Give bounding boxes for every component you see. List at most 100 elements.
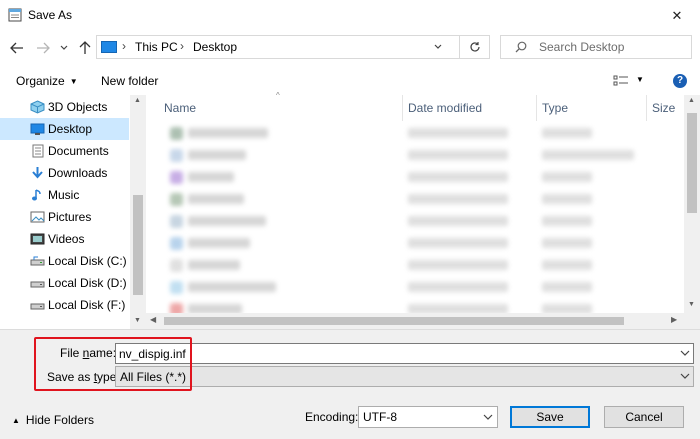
scroll-down-icon[interactable]: ▼ [134,317,141,324]
sidebar-item-label: Downloads [48,166,108,180]
sidebar-item-desktop[interactable]: Desktop [0,118,129,140]
caret-down-icon: ▼ [636,75,644,84]
download-icon [32,167,43,179]
sidebar-item-3d-objects[interactable]: 3D Objects [0,96,129,118]
organize-button[interactable]: Organize ▼ [16,74,78,88]
sidebar-item-music[interactable]: Music [0,184,129,206]
chevron-down-icon[interactable] [680,350,690,356]
breadcrumb-separator-icon: › [180,39,184,53]
column-header-size[interactable]: Size [652,101,675,115]
save-type-select[interactable]: All Files (*.*) [115,366,694,387]
close-button[interactable]: ✕ [654,0,700,31]
chevron-down-icon[interactable] [434,44,442,50]
list-item[interactable] [146,211,684,233]
column-header-date-modified[interactable]: Date modified [408,101,482,115]
sidebar-item-label: Local Disk (F:) [48,298,126,312]
cancel-button-label: Cancel [625,410,663,424]
navigation-pane-scrollbar[interactable]: ▲ ▼ [130,95,146,329]
list-item[interactable] [146,123,684,145]
change-view-button[interactable]: ▼ [613,74,645,88]
scrollbar-thumb[interactable] [164,317,624,325]
caret-down-icon: ▼ [69,77,78,86]
breadcrumb-separator-icon: › [122,39,126,53]
details-view-icon [613,75,628,86]
organize-label: Organize [16,74,65,88]
sort-caret-icon: ^ [276,91,280,100]
arrow-up-icon [79,41,91,54]
sidebar-item-videos[interactable]: Videos [0,228,129,250]
sidebar-item-label: Documents [48,144,109,158]
sidebar-item-local-disk-d[interactable]: Local Disk (D:) [0,272,129,294]
column-divider[interactable] [402,95,403,121]
scroll-up-icon[interactable]: ▲ [688,97,695,104]
drive-icon [30,303,45,310]
new-folder-button[interactable]: New folder [101,74,158,88]
sidebar-item-downloads[interactable]: Downloads [0,162,129,184]
new-folder-label: New folder [101,74,159,88]
list-item[interactable] [146,255,684,277]
video-icon [30,233,45,245]
file-rows [146,121,684,317]
refresh-button[interactable] [459,36,489,58]
scroll-up-icon[interactable]: ▲ [134,97,141,104]
file-name-field[interactable] [115,343,694,364]
search-box[interactable]: Search Desktop [500,35,692,59]
recent-locations-button[interactable] [58,39,70,57]
scrollbar-thumb[interactable] [687,113,697,213]
scrollbar-thumb[interactable] [133,195,143,295]
save-button[interactable]: Save [510,406,590,428]
navigation-pane: 3D Objects Desktop Documents Downloads M… [0,95,146,329]
column-header-type[interactable]: Type [542,101,568,115]
encoding-select[interactable]: UTF-8 [358,406,498,428]
chevron-down-icon [680,373,690,379]
sidebar-item-pictures[interactable]: Pictures [0,206,129,228]
sidebar-item-local-disk-c[interactable]: Local Disk (C:) [0,250,129,272]
list-item[interactable] [146,167,684,189]
up-button[interactable] [76,39,94,57]
save-form: File name: Save as type: All Files (*.*)… [0,329,700,439]
file-list-vertical-scrollbar[interactable]: ▲ ▼ [684,95,700,313]
breadcrumb-desktop[interactable]: Desktop [193,40,237,54]
sidebar-item-label: 3D Objects [48,100,108,114]
encoding-label: Encoding: [305,410,359,424]
help-button[interactable]: ? [673,74,687,88]
sidebar-item-label: Local Disk (C:) [48,254,127,268]
sidebar-item-label: Local Disk (D:) [48,276,127,290]
sidebar-item-local-disk-f[interactable]: Local Disk (F:) [0,294,129,316]
list-item[interactable] [146,277,684,299]
search-icon [515,41,527,53]
drive-icon [30,256,45,266]
file-name-input[interactable] [119,346,659,362]
cancel-button[interactable]: Cancel [604,406,684,428]
sidebar-item-label: Desktop [48,122,93,136]
address-bar[interactable]: › This PC › Desktop [96,35,490,59]
scroll-right-icon[interactable]: ▶ [671,315,677,324]
notepad-icon [8,8,22,22]
hide-folders-button[interactable]: ▲ Hide Folders [12,413,94,427]
list-item[interactable] [146,145,684,167]
scroll-down-icon[interactable]: ▼ [688,301,695,308]
file-list: ^ Name Date modified Type Size ▲ ▼ ◀ ▶ [146,91,700,329]
drive-icon [30,281,45,288]
search-placeholder: Search Desktop [539,40,625,54]
sidebar-item-label: Pictures [48,210,92,224]
list-item[interactable] [146,233,684,255]
column-divider[interactable] [536,95,537,121]
sidebar-item-documents[interactable]: Documents [0,140,129,162]
document-icon [32,144,44,158]
scroll-left-icon[interactable]: ◀ [150,315,156,324]
column-header-name[interactable]: Name [164,101,196,115]
desktop-icon [30,123,45,135]
sidebar-item-label: Videos [48,232,85,246]
list-item[interactable] [146,189,684,211]
refresh-icon [469,42,480,52]
scrollbar-corner [684,313,700,329]
forward-button[interactable] [34,39,52,57]
back-button[interactable] [8,39,26,57]
breadcrumb-this-pc[interactable]: This PC [135,40,178,54]
window-title: Save As [28,8,73,22]
column-divider[interactable] [646,95,647,121]
pictures-icon [30,211,45,223]
navigation-bar: › This PC › Desktop Search Desktop [0,31,700,67]
file-list-horizontal-scrollbar[interactable]: ◀ ▶ [146,313,684,329]
